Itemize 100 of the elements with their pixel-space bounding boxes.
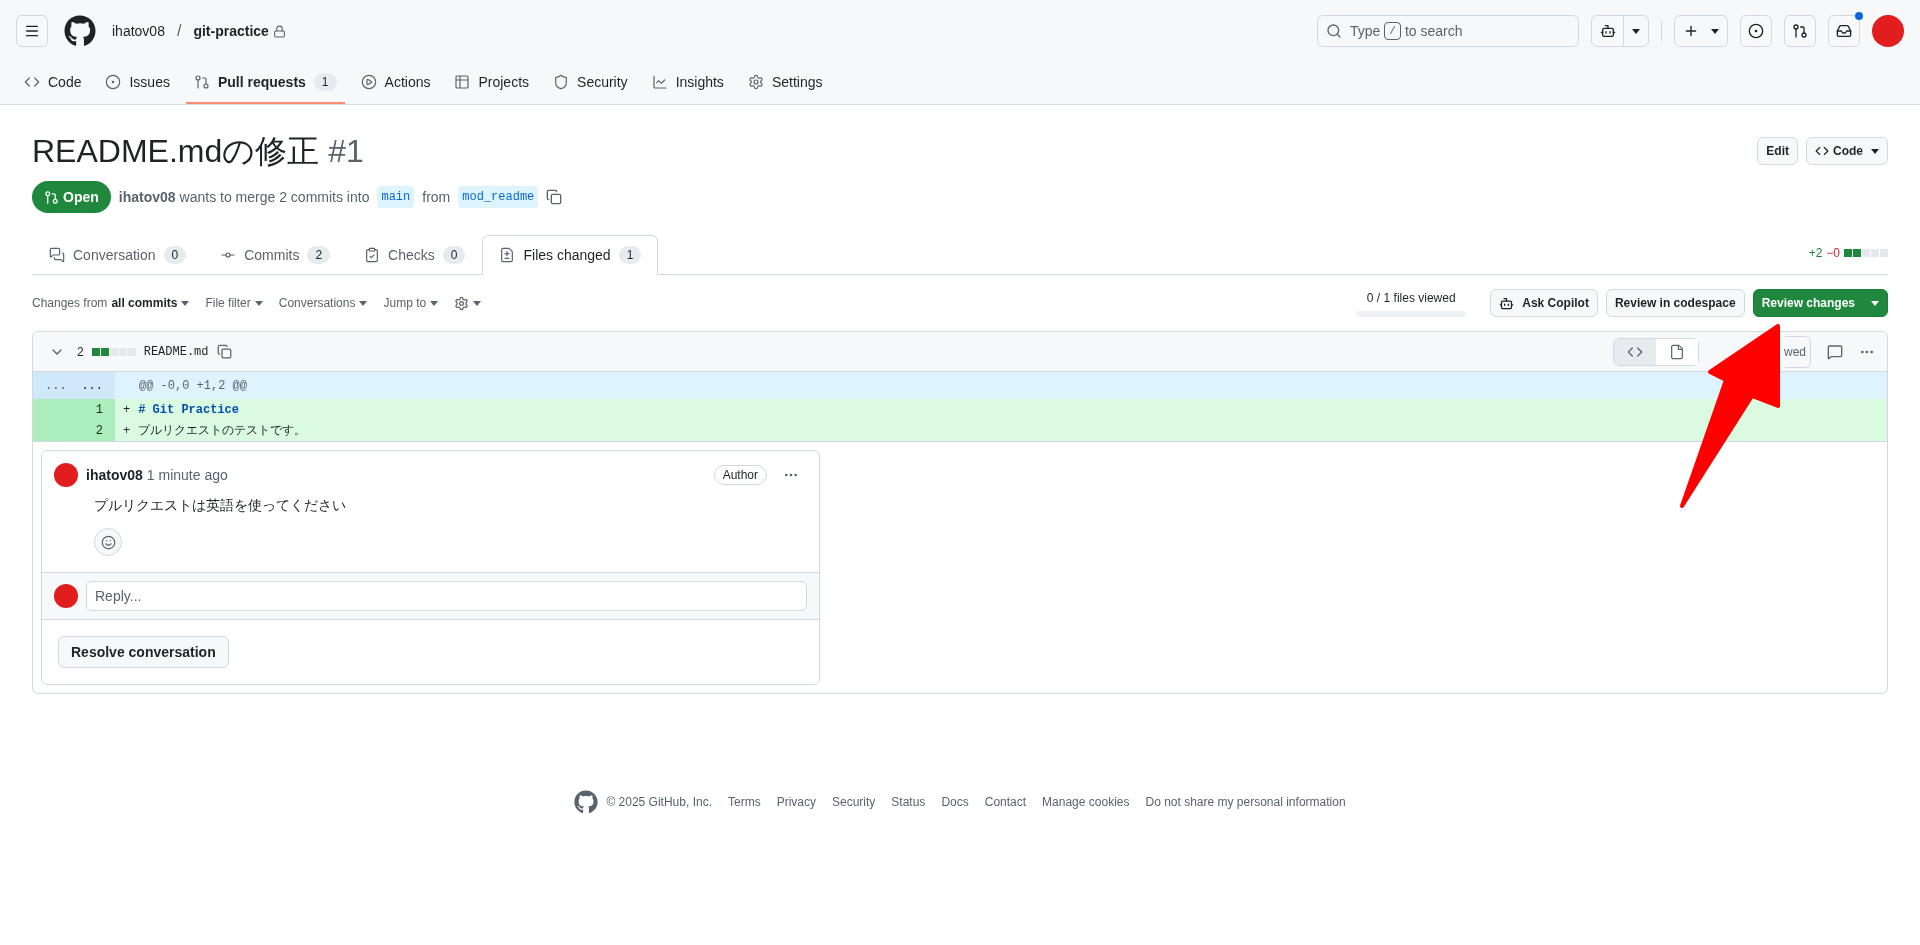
filter-menu-button[interactable]: Jump to [383, 294, 439, 312]
repo-tab[interactable]: Pull requests 1 [185, 62, 345, 104]
comment-time[interactable]: 1 minute ago [146, 464, 228, 486]
add-reaction-button[interactable] [94, 528, 122, 556]
caret-icon [359, 300, 368, 306]
smiley-icon [100, 534, 116, 550]
repo-tab[interactable]: Issues [97, 62, 178, 104]
issues-button[interactable] [1740, 15, 1772, 47]
inbox-icon [1836, 23, 1852, 39]
comment-body: プルリクエストは英語を使ってください [93, 496, 347, 515]
search-placeholder: to search [1404, 21, 1463, 41]
caret-icon [1632, 28, 1640, 34]
caret-icon [430, 300, 439, 306]
merge-summary: wants to merge 2 commits into [179, 187, 370, 207]
caret-icon [1871, 300, 1879, 306]
line-number: 2 [95, 422, 103, 440]
state-badge: Open [32, 181, 111, 213]
codespace-button[interactable]: Review in codespace [1605, 289, 1745, 317]
ask-copilot-button[interactable]: Ask Copilot [1490, 289, 1598, 317]
repo-tab[interactable]: Insights [643, 62, 732, 104]
line-number: 1 [95, 401, 103, 419]
graph-icon [651, 74, 668, 90]
comment-author[interactable]: ihatov08 [86, 464, 143, 486]
view-toggle-button[interactable] [1614, 338, 1656, 365]
footer-link[interactable]: Manage cookies [1042, 793, 1130, 811]
avatar [1872, 15, 1904, 47]
footer-link[interactable]: Do not share my personal information [1145, 793, 1346, 811]
footer-link[interactable]: Status [891, 793, 926, 811]
repo-tab[interactable]: Actions [352, 62, 439, 104]
caret-icon [254, 300, 263, 306]
count-badge: 0 [163, 246, 187, 264]
repo-tab[interactable]: Security [545, 62, 636, 104]
caret-icon [1871, 148, 1879, 154]
viewed-button[interactable]: wed [1785, 335, 1811, 368]
deletions-count: −0 [1826, 245, 1840, 262]
diff-sign: + [123, 401, 131, 419]
count-badge: 1 [618, 246, 642, 264]
copyright-text: © 2025 GitHub, Inc. [606, 794, 712, 811]
pr-tab[interactable]: Files changed 1 [482, 235, 659, 275]
footer-link[interactable]: Contact [984, 793, 1027, 811]
pull-request-icon [44, 189, 59, 205]
copilot-icon [1499, 295, 1515, 311]
head-branch[interactable]: mod_readme [458, 186, 539, 208]
repo-tab[interactable]: Projects [446, 62, 538, 104]
base-branch[interactable]: main [377, 186, 415, 208]
search-field[interactable]: Type / to search [1317, 15, 1579, 47]
header-action-button[interactable]: Edit [1757, 137, 1798, 165]
footer-link[interactable]: Terms [727, 793, 761, 811]
footer-link[interactable]: Docs [941, 793, 969, 811]
pr-tab[interactable]: Checks 0 [347, 235, 483, 275]
file-diff-icon [499, 247, 516, 263]
menu-icon [24, 23, 40, 39]
settings-menu-button[interactable] [454, 295, 482, 311]
github-logo-icon[interactable] [574, 790, 599, 814]
menu-button[interactable] [16, 15, 48, 47]
header-action-button[interactable]: Code [1806, 137, 1888, 165]
from-label: from [422, 187, 451, 207]
file-icon [1669, 343, 1685, 360]
repo-tab[interactable]: Code [16, 62, 90, 104]
copy-icon[interactable] [216, 344, 232, 359]
caret-icon [1711, 28, 1719, 34]
copilot-icon [1599, 23, 1616, 39]
shield-icon [553, 74, 570, 90]
comments-icon [49, 247, 65, 263]
checklist-icon [364, 247, 381, 263]
repo-tab[interactable]: Settings [739, 62, 831, 104]
copy-icon[interactable] [546, 189, 563, 205]
file-name[interactable]: README.md [143, 342, 209, 361]
resolve-conversation-button[interactable]: Resolve conversation [58, 636, 229, 668]
settings-icon [454, 295, 470, 311]
issue-icon [1748, 23, 1764, 39]
github-logo-icon[interactable] [64, 15, 96, 47]
owner-link[interactable]: ihatov08 [112, 20, 165, 42]
pr-tab[interactable]: Conversation 0 [32, 235, 204, 275]
line-number: ... [81, 377, 103, 395]
count-badge: 1 [313, 73, 337, 91]
footer-link[interactable]: Privacy [776, 793, 816, 811]
footer-link[interactable]: Security [832, 793, 876, 811]
code-line: プルリクエストのテストです。 [138, 422, 307, 440]
pr-tab[interactable]: Commits 2 [203, 235, 348, 275]
filter-menu-button[interactable]: File filter [205, 294, 263, 312]
count-badge: 0 [442, 246, 466, 264]
view-toggle-button[interactable] [1656, 338, 1698, 365]
caret-icon [181, 300, 190, 306]
line-number: ... [45, 377, 67, 395]
code-line: # Git Practice [138, 401, 240, 419]
caret-icon [473, 300, 482, 306]
repo-link[interactable]: git-practice [193, 20, 269, 42]
reply-field[interactable]: Reply... [86, 581, 807, 611]
create-button[interactable] [1674, 15, 1728, 47]
review-changes-button[interactable]: Review changes [1752, 289, 1888, 317]
comment-icon[interactable] [1827, 343, 1843, 360]
inbox-button[interactable] [1828, 15, 1860, 47]
pr-title: README.mdの修正 #1 [32, 132, 365, 171]
filter-menu-button[interactable]: Changes from all commits [32, 294, 190, 312]
diff-sign: + [123, 422, 131, 440]
filter-menu-button[interactable]: Conversations [278, 294, 368, 312]
code-icon [24, 74, 40, 90]
pull-requests-button[interactable] [1784, 15, 1816, 47]
author-name[interactable]: ihatov08 [118, 186, 176, 208]
